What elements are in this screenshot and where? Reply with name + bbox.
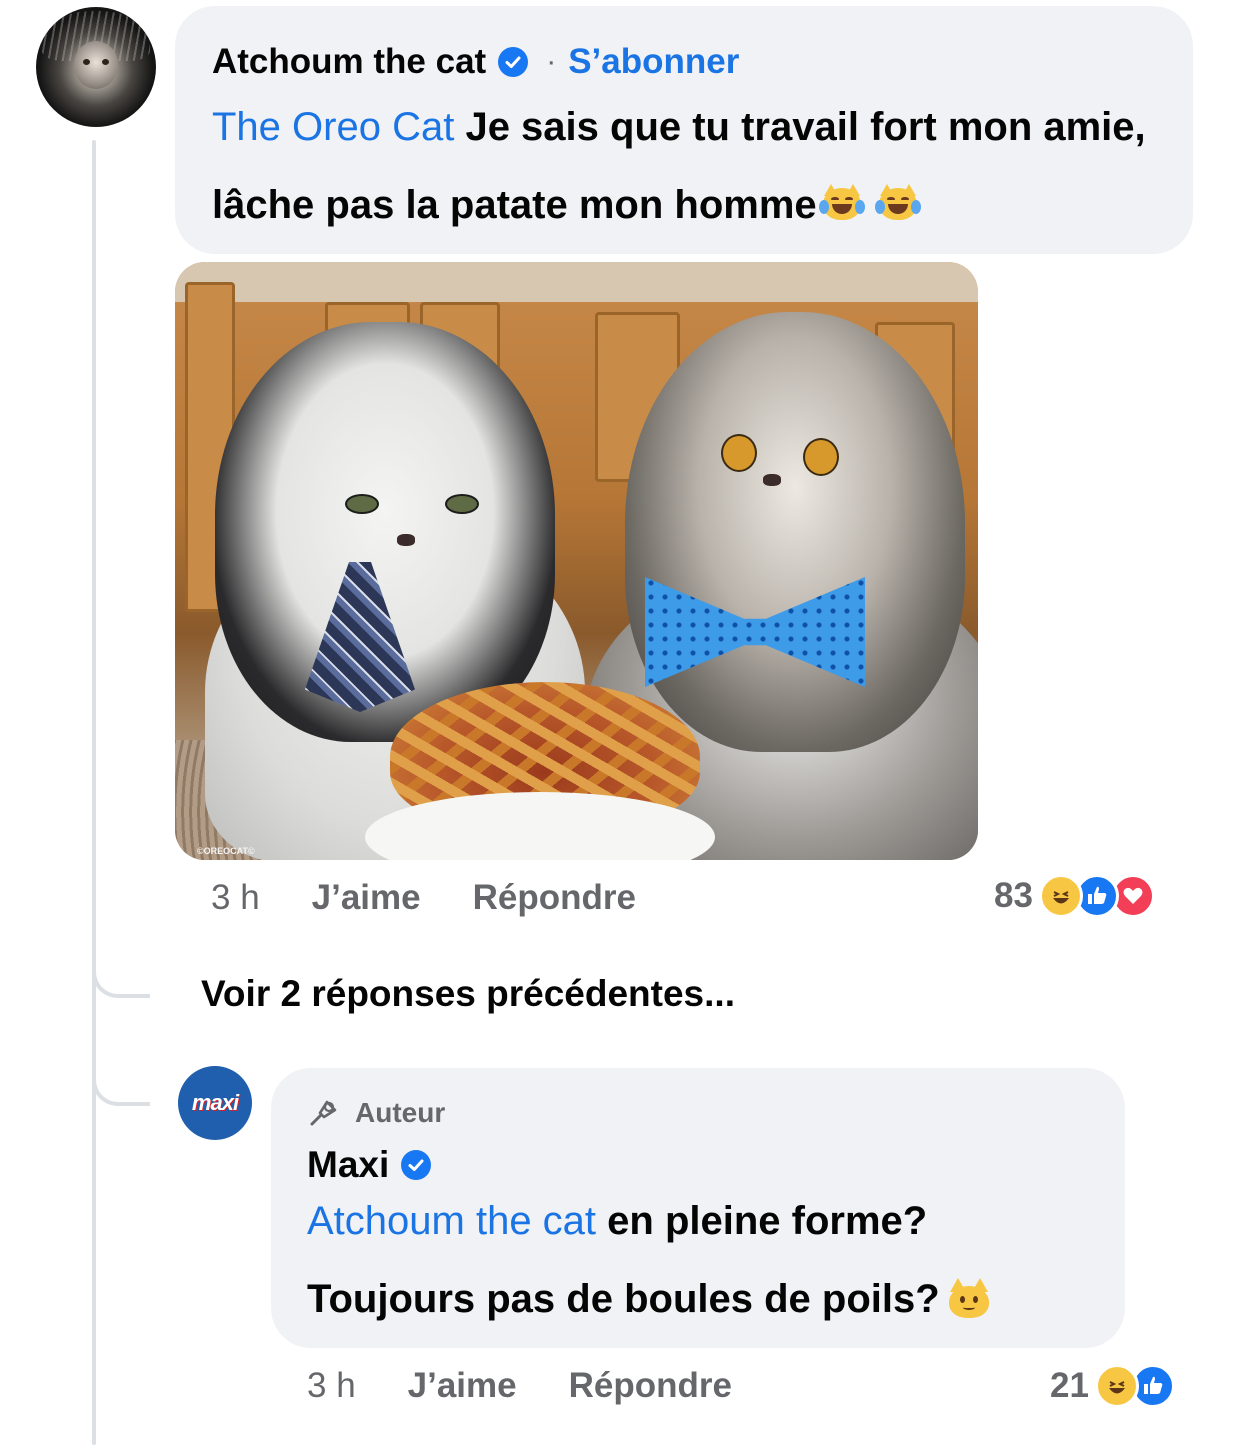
author-name[interactable]: Atchoum the cat: [212, 42, 486, 82]
thread-branch: [92, 1068, 150, 1106]
mention-link[interactable]: The Oreo Cat: [212, 105, 454, 149]
badge-label: Auteur: [355, 1097, 446, 1128]
comment-actions: 3 h J’aime Répondre: [211, 878, 636, 918]
thread-line: [92, 140, 96, 1445]
reply-button[interactable]: Répondre: [473, 878, 636, 918]
reaction-summary[interactable]: 21: [1050, 1364, 1175, 1408]
timestamp[interactable]: 3 h: [211, 878, 260, 918]
laughing-cat-icon: [818, 184, 865, 222]
photo-cat-eye: [345, 494, 379, 514]
haha-icon: [1094, 1364, 1139, 1408]
thread-branch: [92, 960, 150, 998]
avatar-eye: [102, 59, 109, 65]
photo-cat-eye: [721, 434, 757, 472]
reply-text: Atchoum the cat en pleine forme? Toujour…: [307, 1182, 1107, 1338]
comment-thread: Atchoum the cat · S’abonner The Oreo Cat…: [0, 0, 1242, 1445]
reply-line-2: Toujours pas de boules de poils?: [307, 1260, 1107, 1338]
reply-body: en pleine forme?: [596, 1199, 928, 1243]
author-row: Atchoum the cat · S’abonner: [212, 42, 739, 82]
reply-bubble: Auteur Maxi Atchoum the cat en pleine fo…: [271, 1068, 1125, 1348]
cat-face-icon: [948, 1278, 990, 1318]
mention-link[interactable]: Atchoum the cat: [307, 1199, 596, 1243]
timestamp[interactable]: 3 h: [307, 1366, 356, 1406]
photo-cat: [625, 312, 965, 752]
reply-button[interactable]: Répondre: [569, 1366, 732, 1406]
comment-bubble: Atchoum the cat · S’abonner The Oreo Cat…: [175, 6, 1193, 254]
view-previous-replies-link[interactable]: Voir 2 réponses précédentes...: [201, 973, 735, 1015]
photo-cat-eye: [803, 438, 839, 476]
comment-text: The Oreo Cat Je sais que tu travail fort…: [212, 88, 1172, 244]
haha-icon: [1038, 874, 1083, 918]
separator: ·: [546, 45, 557, 78]
reply-line-1: Atchoum the cat en pleine forme?: [307, 1182, 1107, 1260]
like-button[interactable]: J’aime: [408, 1366, 517, 1406]
photo-cat-nose: [763, 474, 781, 486]
microphone-icon: [310, 1100, 337, 1126]
author-badge: Auteur: [307, 1096, 445, 1130]
avatar-eye: [83, 59, 90, 65]
photo-ceiling: [175, 262, 978, 302]
reaction-summary[interactable]: 83: [994, 874, 1155, 918]
photo-cat-eye: [445, 494, 479, 514]
photo-watermark: ©OREOCAT©: [197, 846, 255, 856]
avatar[interactable]: [36, 7, 156, 127]
avatar-face: [74, 41, 118, 89]
maxi-logo: maxi: [187, 1088, 243, 1118]
like-button[interactable]: J’aime: [312, 878, 421, 918]
photo-cat-nose: [397, 534, 415, 546]
reply-body: Toujours pas de boules de poils?: [307, 1277, 940, 1321]
author-name[interactable]: Maxi: [307, 1144, 389, 1186]
reaction-count: 21: [1050, 1366, 1089, 1405]
comment-photo[interactable]: ©OREOCAT©: [175, 262, 978, 860]
follow-button[interactable]: S’abonner: [568, 42, 739, 82]
verified-badge-icon: [401, 1150, 432, 1180]
laughing-cat-icon: [874, 184, 921, 222]
reply-actions: 3 h J’aime Répondre: [307, 1366, 732, 1406]
reaction-count: 83: [994, 876, 1033, 915]
avatar[interactable]: maxi: [178, 1066, 252, 1140]
verified-badge-icon: [498, 47, 529, 77]
author-row: Maxi: [307, 1144, 432, 1186]
